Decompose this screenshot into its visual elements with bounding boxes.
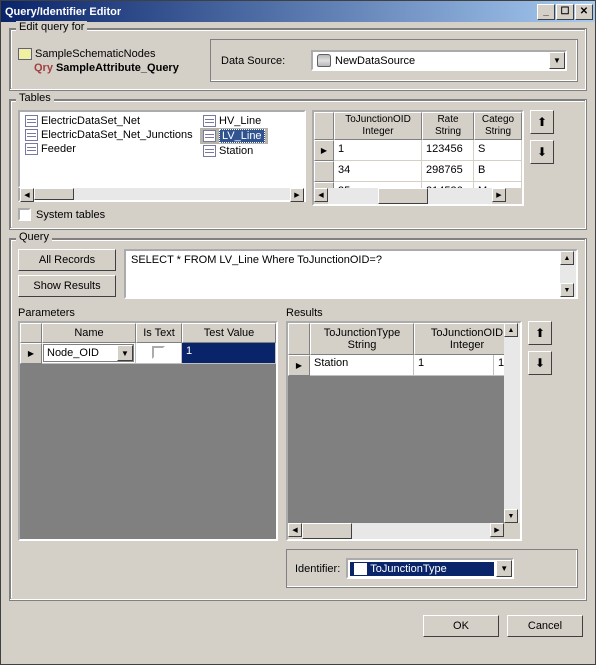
table-row[interactable]: 34 298765 B <box>314 161 522 182</box>
edit-query-legend: Edit query for <box>16 21 87 33</box>
data-source-dropdown[interactable]: NewDataSource ▼ <box>311 50 567 71</box>
table-icon <box>25 129 38 141</box>
move-down-button[interactable]: ⬇ <box>528 351 552 375</box>
edit-query-group: Edit query for SampleSchematicNodes Qry … <box>9 28 587 91</box>
parameters-grid[interactable]: Name Is Text Test Value ▶ Node_OID ▼ <box>18 321 278 541</box>
dropdown-arrow-icon[interactable]: ▼ <box>496 560 512 577</box>
data-source-label: Data Source: <box>221 55 303 67</box>
sql-textarea[interactable]: SELECT * FROM LV_Line Where ToJunctionOI… <box>124 249 578 299</box>
sql-text: SELECT * FROM LV_Line Where ToJunctionOI… <box>131 254 382 266</box>
tree-child-label: SampleAttribute_Query <box>56 62 179 74</box>
grid-hscroll[interactable]: ◀ ▶ <box>314 188 522 204</box>
table-row[interactable]: ▶ Node_OID ▼ 1 <box>20 343 276 364</box>
qry-prefix: Qry <box>34 62 53 74</box>
cancel-button[interactable]: Cancel <box>507 615 583 637</box>
scroll-down-icon[interactable]: ▼ <box>504 509 518 523</box>
table-item[interactable]: Feeder <box>22 142 200 156</box>
is-text-checkbox[interactable] <box>152 346 165 359</box>
scroll-right-icon[interactable]: ▶ <box>492 188 506 202</box>
schematic-node-icon <box>18 48 32 60</box>
data-source-panel: Data Source: NewDataSource ▼ <box>210 39 578 82</box>
scroll-left-icon[interactable]: ◀ <box>314 188 328 202</box>
results-grid[interactable]: ToJunctionTypeString ToJunctionOIDIntege… <box>286 321 522 541</box>
identifier-dropdown[interactable]: ToJunctionType ▼ <box>346 558 514 579</box>
datasource-icon <box>317 54 331 67</box>
close-button[interactable]: ✕ <box>575 4 593 20</box>
tables-legend: Tables <box>16 92 54 104</box>
param-name-dropdown[interactable]: Node_OID ▼ <box>43 344 134 362</box>
system-tables-checkbox[interactable]: System tables <box>18 208 306 221</box>
query-group: Query All Records Show Results SELECT * … <box>9 238 587 601</box>
scroll-down-icon[interactable]: ▼ <box>560 283 574 297</box>
dialog-buttons: OK Cancel <box>9 609 587 637</box>
data-source-value: NewDataSource <box>335 55 415 67</box>
scroll-up-icon[interactable]: ▲ <box>560 251 574 265</box>
table-icon <box>203 130 216 142</box>
identifier-value: ToJunctionType <box>370 563 446 575</box>
system-tables-label: System tables <box>36 209 105 221</box>
updown-buttons: ⬆ ⬇ <box>530 110 554 164</box>
table-item[interactable]: ElectricDataSet_Net_Junctions <box>22 128 200 142</box>
results-label: Results <box>286 307 552 319</box>
identifier-label: Identifier: <box>295 563 340 575</box>
scroll-left-icon[interactable]: ◀ <box>288 523 302 537</box>
table-icon <box>25 115 38 127</box>
identifier-panel: Identifier: ToJunctionType ▼ <box>286 549 578 588</box>
query-tree: SampleSchematicNodes Qry SampleAttribute… <box>18 47 204 75</box>
test-value-cell[interactable]: 1 <box>182 343 276 364</box>
tree-child-item[interactable]: Qry SampleAttribute_Query <box>18 61 204 75</box>
scroll-right-icon[interactable]: ▶ <box>490 523 504 537</box>
table-row[interactable]: ▶ Station 1 1 <box>288 355 520 376</box>
table-icon <box>25 143 38 155</box>
results-hscroll[interactable]: ◀ ▶ <box>288 523 520 539</box>
ok-button[interactable]: OK <box>423 615 499 637</box>
tree-root-label: SampleSchematicNodes <box>35 48 155 60</box>
window-title: Query/Identifier Editor <box>5 6 536 18</box>
table-item[interactable]: HV_Line <box>200 114 268 128</box>
dropdown-arrow-icon[interactable]: ▼ <box>549 52 565 69</box>
tables-list[interactable]: ElectricDataSet_Net ElectricDataSet_Net_… <box>18 110 306 188</box>
minimize-button[interactable]: _ <box>537 4 555 20</box>
checkbox-icon <box>18 208 31 221</box>
query-legend: Query <box>16 231 52 243</box>
row-indicator-icon: ▶ <box>314 140 334 161</box>
table-item[interactable]: ElectricDataSet_Net <box>22 114 200 128</box>
show-results-button[interactable]: Show Results <box>18 275 116 297</box>
window-root: Query/Identifier Editor _ ☐ ✕ Edit query… <box>0 0 596 665</box>
sql-vscroll[interactable]: ▲ ▼ <box>560 251 576 297</box>
dropdown-arrow-icon[interactable]: ▼ <box>117 345 133 361</box>
table-row[interactable]: ▶ 1 123456 S <box>314 140 522 161</box>
row-indicator-icon: ▶ <box>20 343 42 364</box>
table-item[interactable]: Station <box>200 144 268 158</box>
results-vscroll[interactable]: ▲ ▼ <box>504 323 520 523</box>
scroll-up-icon[interactable]: ▲ <box>504 323 518 337</box>
title-bar: Query/Identifier Editor _ ☐ ✕ <box>1 1 595 22</box>
parameters-label: Parameters <box>18 307 278 319</box>
scroll-left-icon[interactable]: ◀ <box>20 188 34 202</box>
table-icon <box>203 115 216 127</box>
tree-root-item[interactable]: SampleSchematicNodes <box>18 47 204 61</box>
row-indicator-icon: ▶ <box>288 355 310 376</box>
window-content: Edit query for SampleSchematicNodes Qry … <box>1 22 595 643</box>
table-item-selected[interactable]: LV_Line <box>200 128 268 144</box>
move-down-button[interactable]: ⬇ <box>530 140 554 164</box>
maximize-button[interactable]: ☐ <box>556 4 574 20</box>
preview-grid[interactable]: ToJunctionOIDInteger RateString CategoSt… <box>312 110 524 206</box>
move-up-button[interactable]: ⬆ <box>530 110 554 134</box>
scroll-right-icon[interactable]: ▶ <box>290 188 304 202</box>
table-icon <box>203 145 216 157</box>
all-records-button[interactable]: All Records <box>18 249 116 271</box>
tables-hscroll[interactable]: ◀ ▶ <box>18 188 306 202</box>
tables-group: Tables ElectricDataSet_Net ElectricDataS… <box>9 99 587 230</box>
move-up-button[interactable]: ⬆ <box>528 321 552 345</box>
table-icon <box>354 563 367 575</box>
